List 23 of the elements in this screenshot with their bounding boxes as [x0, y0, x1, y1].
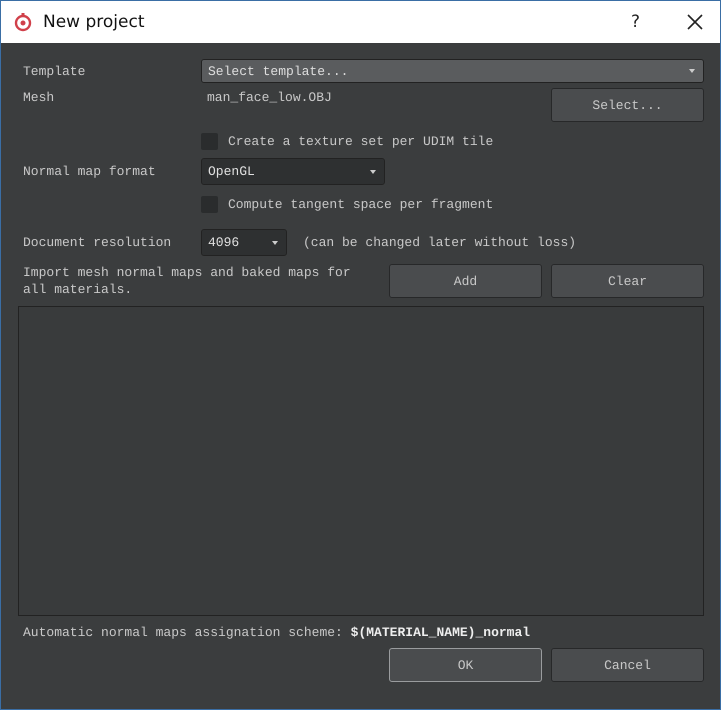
import-description: Import mesh normal maps and baked maps for all materials. — [23, 264, 352, 298]
template-dropdown[interactable]: Select template... — [201, 59, 704, 83]
checkbox-label: Compute tangent space per fragment — [228, 196, 494, 212]
window-title: New project — [43, 12, 146, 32]
maps-list[interactable] — [18, 306, 704, 616]
field-label: Mesh — [23, 90, 56, 105]
cancel-button[interactable]: Cancel — [551, 648, 704, 682]
normal-map-format-dropdown[interactable]: OpenGL — [201, 158, 385, 185]
scheme-text: Automatic normal maps assignation scheme: $(MATERIAL_NAME)_normal — [23, 625, 532, 640]
field-label: Document resolution — [23, 235, 172, 250]
field-label: Template — [23, 64, 86, 78]
ok-button[interactable]: OK — [389, 648, 542, 682]
resolution-dropdown[interactable]: 4096 — [201, 229, 287, 256]
select-button[interactable]: Select... — [551, 88, 704, 122]
add-button[interactable]: Add — [389, 264, 542, 298]
help-button[interactable]: ? — [630, 12, 640, 32]
checkbox-label: Create a texture set per UDIM tile — [228, 134, 494, 148]
app-logo-icon — [13, 12, 33, 32]
close-icon[interactable] — [686, 13, 704, 31]
mesh-filename: man_face_low.OBJ — [206, 90, 333, 105]
resolution-note: (can be changed later without loss) — [303, 235, 576, 250]
clear-button[interactable]: Clear — [551, 264, 704, 298]
field-label: Normal map format — [23, 164, 157, 179]
